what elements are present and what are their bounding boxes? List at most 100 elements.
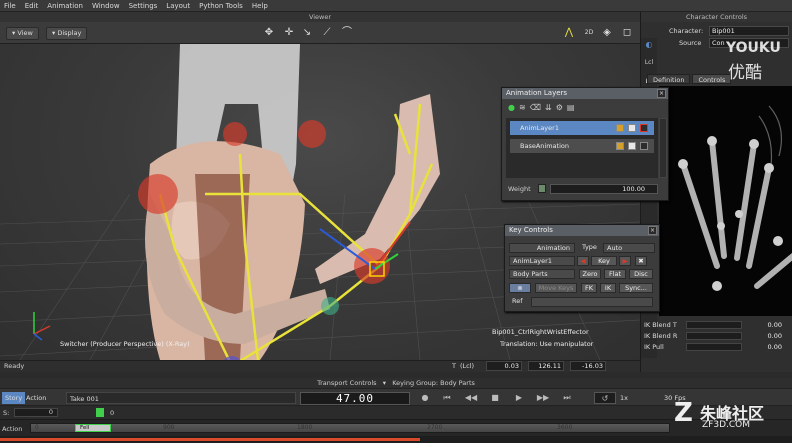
move-icon[interactable]: ✛ bbox=[282, 26, 296, 40]
tick-label: 1800 bbox=[297, 424, 313, 431]
playback-speed[interactable]: 1x bbox=[620, 392, 628, 404]
ref-select[interactable] bbox=[531, 297, 653, 307]
layer-list-scrollbar[interactable] bbox=[659, 118, 667, 178]
ik-pull-slider[interactable] bbox=[686, 343, 742, 351]
lock-icon[interactable] bbox=[616, 124, 624, 132]
ik-blend-t-slider[interactable] bbox=[686, 321, 742, 329]
menu-settings[interactable]: Settings bbox=[129, 2, 158, 10]
flat-button[interactable]: Flat bbox=[604, 269, 626, 279]
view-button[interactable]: ▾ View bbox=[6, 27, 39, 40]
record-icon[interactable]: ● bbox=[418, 392, 432, 404]
move-keys-button[interactable]: Move Keys bbox=[535, 283, 577, 293]
goto-end-icon[interactable]: ⏭ bbox=[560, 392, 574, 404]
prev-frame-icon[interactable]: ◀◀ bbox=[464, 392, 478, 404]
animation-layers-title: Animation Layers × bbox=[502, 88, 668, 99]
ik-blend-r-value[interactable]: 0.00 bbox=[746, 332, 782, 340]
prev-key-icon[interactable]: ◀ bbox=[577, 256, 589, 266]
key-controls-window: Key Controls × Animation Type Auto AnimL… bbox=[504, 224, 660, 312]
close-icon[interactable]: × bbox=[657, 89, 666, 98]
bottom-strip bbox=[0, 436, 792, 443]
next-key-icon[interactable]: ▶ bbox=[619, 256, 631, 266]
solo-icon[interactable] bbox=[628, 142, 636, 150]
youku-watermark: YOUKU bbox=[726, 40, 781, 56]
menu-layout[interactable]: Layout bbox=[166, 2, 190, 10]
delete-layer-icon[interactable]: ⌫ bbox=[530, 103, 541, 115]
key-button[interactable]: Key bbox=[591, 256, 617, 266]
coord-x-field[interactable]: 0.03 bbox=[486, 361, 522, 371]
next-frame-icon[interactable]: ▶▶ bbox=[536, 392, 550, 404]
arc-icon[interactable]: ⌒ bbox=[340, 26, 354, 40]
merge-layer-icon[interactable]: ⇊ bbox=[545, 103, 552, 115]
menu-edit[interactable]: Edit bbox=[25, 2, 39, 10]
mode-2d-button[interactable]: 2D bbox=[582, 26, 596, 40]
stop-icon[interactable]: ■ bbox=[488, 392, 502, 404]
display-button[interactable]: ▾ Display bbox=[46, 27, 88, 40]
close-icon[interactable]: × bbox=[648, 226, 657, 235]
frame-display[interactable]: 47.00 bbox=[300, 392, 410, 405]
lcl-toggle[interactable]: Lcl bbox=[641, 56, 657, 70]
mute-icon[interactable] bbox=[640, 142, 648, 150]
menu-window[interactable]: Window bbox=[92, 2, 120, 10]
ik-blend-r-slider[interactable] bbox=[686, 332, 742, 340]
mute-icon[interactable] bbox=[640, 124, 648, 132]
layer-folder-icon[interactable]: ▤ bbox=[567, 103, 575, 115]
layer-select[interactable]: AnimLayer1 bbox=[509, 256, 575, 266]
ik-button[interactable]: IK bbox=[600, 283, 616, 293]
menu-help[interactable]: Help bbox=[252, 2, 268, 10]
character-controls-title: Character Controls bbox=[641, 12, 792, 22]
layer-stack-icon[interactable]: ≋ bbox=[519, 103, 526, 115]
transport-title: Transport Controls bbox=[317, 379, 377, 387]
hand-control-view[interactable] bbox=[659, 86, 792, 316]
disc-button[interactable]: Disc bbox=[629, 269, 653, 279]
cube-icon[interactable]: ◻ bbox=[620, 26, 634, 40]
curve-icon[interactable]: ⋀ bbox=[562, 26, 576, 40]
camera-icon[interactable]: ◈ bbox=[600, 26, 614, 40]
coord-y-field[interactable]: 126.11 bbox=[528, 361, 564, 371]
progress-bar bbox=[0, 438, 420, 441]
animation-mode-label[interactable]: Animation bbox=[509, 243, 575, 253]
story-tab[interactable]: Story bbox=[2, 392, 26, 404]
action-tab[interactable]: Action bbox=[26, 392, 46, 404]
zero-button[interactable]: Zero bbox=[579, 269, 601, 279]
ik-blend-t-value[interactable]: 0.00 bbox=[746, 321, 782, 329]
zf3d-watermark: Z 朱峰社区 ZF3D.COM bbox=[674, 398, 764, 430]
select-arrow-icon[interactable]: ↘ bbox=[300, 26, 314, 40]
fk-button[interactable]: FK bbox=[581, 283, 597, 293]
body-parts-select[interactable]: Body Parts bbox=[509, 269, 575, 279]
viewer-toolbar: ▾ View ▾ Display ✥ ✛ ↘ ⟋ ⌒ ⋀ 2D ◈ ◻ bbox=[0, 22, 640, 44]
weight-field[interactable]: 100.00 bbox=[550, 184, 658, 194]
type-label: Type bbox=[582, 243, 597, 251]
youku-cn-watermark: 优酷 bbox=[728, 63, 762, 83]
tab-controls[interactable]: Controls bbox=[692, 74, 732, 84]
solo-icon[interactable] bbox=[628, 124, 636, 132]
play-icon[interactable]: ▶ bbox=[512, 392, 526, 404]
layer-row-animlayer1[interactable]: AnimLayer1 bbox=[510, 121, 654, 135]
layer-row-baseanimation[interactable]: BaseAnimation bbox=[510, 139, 654, 153]
timeline-track[interactable]: Fell 0 900 1800 2700 3600 bbox=[30, 423, 670, 433]
start-frame-field[interactable]: 0 bbox=[14, 408, 58, 417]
menu-bar: File Edit Animation Window Settings Layo… bbox=[0, 0, 792, 12]
keyframe-toggle-icon[interactable]: ⊗ bbox=[509, 283, 531, 293]
sync-button[interactable]: Sync... bbox=[619, 283, 653, 293]
menu-animation[interactable]: Animation bbox=[47, 2, 83, 10]
loop-icon[interactable]: ↺ bbox=[594, 392, 616, 404]
tab-definition[interactable]: Definition bbox=[647, 74, 691, 84]
lock-icon[interactable] bbox=[616, 142, 624, 150]
goto-start-icon[interactable]: ⏮ bbox=[440, 392, 454, 404]
rotate-icon[interactable]: ✥ bbox=[262, 26, 276, 40]
layer-settings-icon[interactable]: ⚙ bbox=[556, 103, 563, 115]
draw-line-icon[interactable]: ⟋ bbox=[320, 26, 334, 40]
add-layer-icon[interactable]: ● bbox=[508, 103, 515, 115]
take-select[interactable]: Take 001 bbox=[66, 392, 296, 404]
slider-marker-icon[interactable] bbox=[96, 408, 104, 417]
timeline-clip[interactable]: Fell bbox=[75, 424, 111, 432]
ik-pull-value[interactable]: 0.00 bbox=[746, 343, 782, 351]
menu-python-tools[interactable]: Python Tools bbox=[199, 2, 243, 10]
type-select[interactable]: Auto bbox=[603, 243, 655, 253]
weight-key-icon[interactable] bbox=[538, 184, 546, 193]
delete-key-icon[interactable]: ✖ bbox=[635, 256, 647, 266]
character-select[interactable]: Bip001 bbox=[709, 26, 789, 36]
coord-z-field[interactable]: -16.03 bbox=[570, 361, 606, 371]
selection-label: Bip001_CtrlRightWristEffector bbox=[492, 328, 589, 336]
menu-file[interactable]: File bbox=[4, 2, 16, 10]
